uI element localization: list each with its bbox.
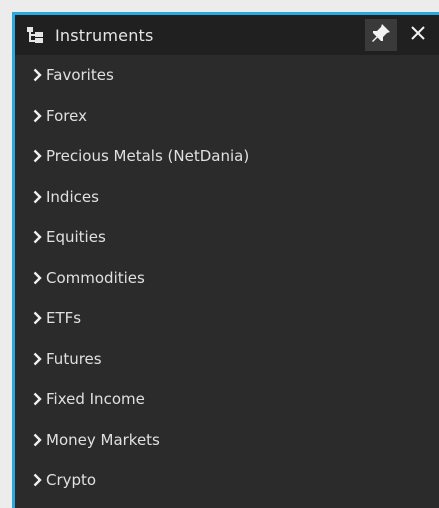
close-icon — [409, 24, 427, 46]
category-etfs[interactable]: ETFs — [15, 298, 439, 339]
chevron-right-icon — [31, 190, 43, 204]
category-forex[interactable]: Forex — [15, 96, 439, 137]
category-indices[interactable]: Indices — [15, 177, 439, 218]
category-label: Crypto — [46, 471, 97, 490]
category-label: Precious Metals (NetDania) — [46, 147, 250, 166]
category-futures[interactable]: Futures — [15, 339, 439, 380]
category-money-markets[interactable]: Money Markets — [15, 420, 439, 461]
category-label: Indices — [46, 187, 99, 206]
pin-button[interactable] — [365, 19, 397, 51]
category-label: Forex — [46, 106, 87, 125]
category-label: Equities — [46, 228, 106, 247]
chevron-right-icon — [31, 149, 43, 163]
chevron-right-icon — [31, 68, 43, 82]
chevron-right-icon — [31, 473, 43, 487]
category-fixed-income[interactable]: Fixed Income — [15, 379, 439, 420]
category-favorites[interactable]: Favorites — [15, 55, 439, 96]
chevron-right-icon — [31, 392, 43, 406]
panel-title: Instruments — [55, 25, 154, 45]
category-equities[interactable]: Equities — [15, 217, 439, 258]
category-precious-metals[interactable]: Precious Metals (NetDania) — [15, 136, 439, 177]
tree-structure-icon — [25, 25, 45, 45]
chevron-right-icon — [31, 433, 43, 447]
category-commodities[interactable]: Commodities — [15, 258, 439, 299]
chevron-right-icon — [31, 271, 43, 285]
pin-icon — [371, 23, 391, 47]
close-button[interactable] — [401, 19, 435, 51]
chevron-right-icon — [31, 109, 43, 123]
chevron-right-icon — [31, 352, 43, 366]
category-label: Fixed Income — [46, 390, 145, 409]
category-label: Futures — [46, 349, 102, 368]
chevron-right-icon — [31, 311, 43, 325]
instruments-panel: Instruments Favorites Forex Precious Met… — [12, 12, 439, 508]
instrument-category-list: Favorites Forex Precious Metals (NetDani… — [15, 55, 439, 501]
panel-header: Instruments — [15, 15, 439, 55]
chevron-right-icon — [31, 230, 43, 244]
category-crypto[interactable]: Crypto — [15, 460, 439, 501]
category-label: Money Markets — [46, 430, 160, 449]
category-label: ETFs — [46, 309, 82, 328]
category-label: Favorites — [46, 66, 114, 85]
category-label: Commodities — [46, 268, 145, 287]
